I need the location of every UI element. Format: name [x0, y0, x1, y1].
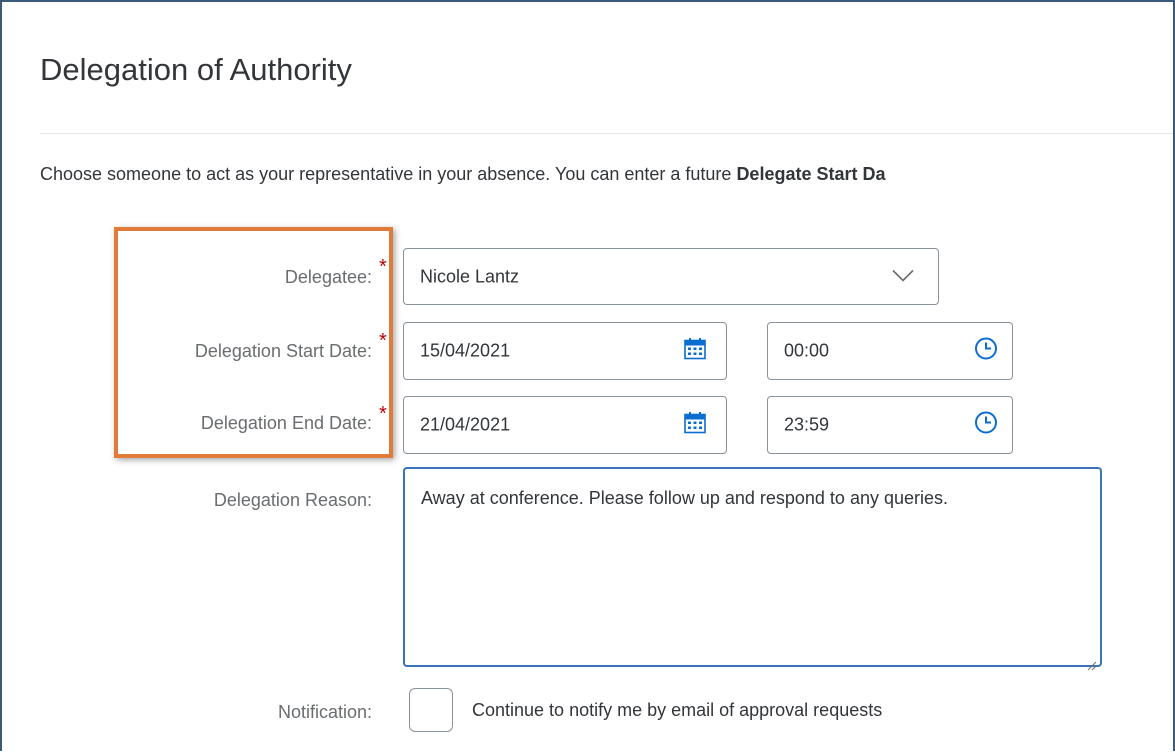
start-date-label: Delegation Start Date:: [194, 341, 372, 361]
notification-label: Notification:: [277, 702, 372, 722]
delegatee-value: Nicole Lantz: [420, 266, 520, 286]
start-time-value: 00:00: [784, 340, 830, 361]
start-date-input[interactable]: 15/04/2021: [403, 322, 727, 380]
reason-textarea[interactable]: Away at conference. Please follow up and…: [403, 467, 1102, 671]
notify-checkbox-label[interactable]: Continue to notify me by email of approv…: [472, 698, 882, 722]
start-date-value: 15/04/2021: [420, 340, 511, 361]
delegatee-required-marker: *: [379, 256, 387, 278]
notify-checkbox[interactable]: [409, 688, 453, 732]
clock-icon[interactable]: [974, 411, 998, 440]
reason-value: Away at conference. Please follow up and…: [421, 488, 949, 508]
end-time-input[interactable]: 23:59: [767, 396, 1013, 454]
delegatee-label: Delegatee:: [284, 267, 372, 287]
start-time-input[interactable]: 00:00: [767, 322, 1013, 380]
intro-text-bold: Delegate Start Da: [736, 164, 886, 184]
calendar-icon[interactable]: [684, 412, 706, 439]
delegatee-select[interactable]: Nicole Lantz: [403, 248, 939, 305]
intro-text: Choose someone to act as your representa…: [40, 162, 886, 186]
calendar-icon[interactable]: [684, 338, 706, 365]
end-date-label: Delegation End Date:: [200, 413, 372, 433]
intro-text-plain: Choose someone to act as your representa…: [40, 164, 737, 184]
end-date-input[interactable]: 21/04/2021: [403, 396, 727, 454]
chevron-down-icon[interactable]: [892, 266, 914, 287]
reason-label: Delegation Reason:: [213, 490, 372, 510]
delegation-panel: Delegation of Authority Choose someone t…: [0, 0, 1175, 751]
end-date-required-marker: *: [379, 403, 387, 425]
start-date-required-marker: *: [379, 330, 387, 352]
title-divider: [40, 133, 1173, 134]
page-title: Delegation of Authority: [40, 52, 352, 87]
resize-grip-icon[interactable]: [1087, 652, 1097, 671]
end-date-value: 21/04/2021: [420, 414, 511, 435]
clock-icon[interactable]: [974, 337, 998, 366]
end-time-value: 23:59: [784, 414, 830, 435]
